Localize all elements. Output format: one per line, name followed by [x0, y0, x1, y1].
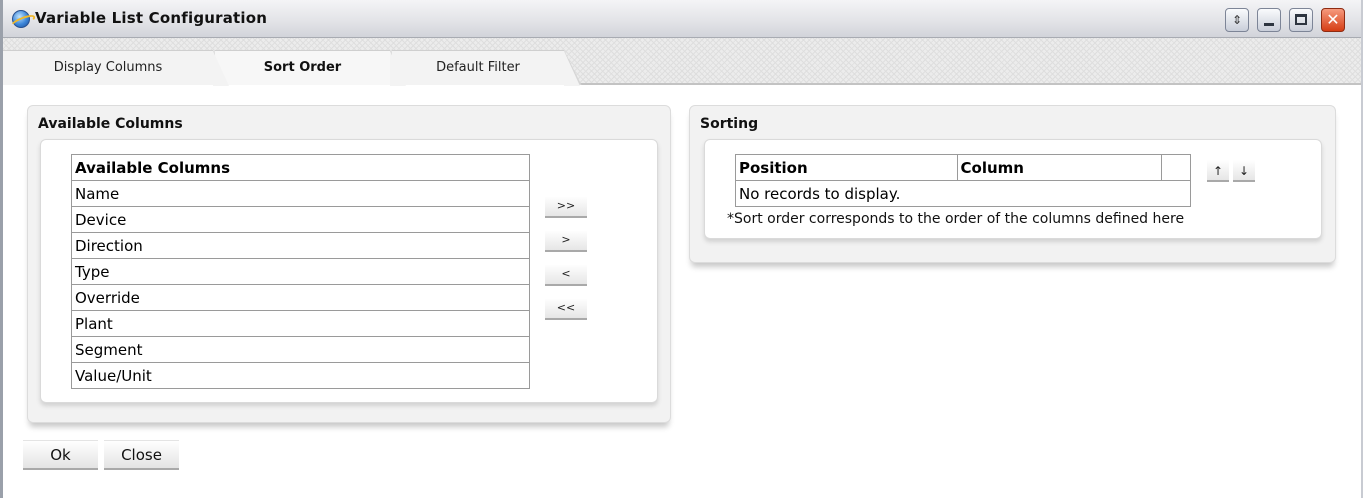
tab-strip: Display Columns Sort Order Default Filte…	[3, 38, 1361, 86]
arrow-down-icon: ↓	[1238, 164, 1250, 178]
sorting-panel: Sorting Position Column No records to di…	[689, 105, 1336, 263]
window-title: Variable List Configuration	[35, 9, 268, 27]
tab-default-filter[interactable]: Default Filter	[392, 50, 582, 86]
table-header-row: Available Columns	[71, 154, 530, 181]
resize-icon: ⇕	[1231, 13, 1243, 27]
close-window-button[interactable]: ✕	[1321, 8, 1345, 32]
table-row[interactable]: Plant	[71, 310, 530, 337]
list-item[interactable]: Plant	[71, 310, 530, 337]
list-item[interactable]: Type	[71, 258, 530, 285]
move-up-button[interactable]: ↑	[1207, 160, 1229, 182]
empty-message: No records to display.	[735, 180, 1191, 207]
browser-icon	[12, 10, 30, 28]
position-header: Position	[735, 154, 958, 181]
available-columns-table: Available Columns Name Device Direction …	[71, 154, 530, 389]
add-button[interactable]: >	[545, 230, 587, 252]
close-button[interactable]: Close	[104, 440, 179, 470]
tab-label: Sort Order	[263, 60, 342, 75]
panel-title: Available Columns	[38, 116, 183, 132]
list-item[interactable]: Direction	[71, 232, 530, 259]
move-down-button[interactable]: ↓	[1233, 160, 1255, 182]
close-icon: ✕	[1326, 10, 1340, 29]
dialog-window: Variable List Configuration ⇕ ✕ Display …	[0, 0, 1363, 498]
sorting-box: Position Column No records to display. ↑…	[704, 139, 1322, 239]
table-row[interactable]: Device	[71, 206, 530, 233]
add-all-button[interactable]: >>	[545, 196, 587, 218]
table-row[interactable]: Value/Unit	[71, 362, 530, 389]
column-header: Column	[956, 154, 1163, 181]
minimize-icon	[1264, 23, 1274, 26]
column-header: Available Columns	[71, 154, 530, 181]
list-item[interactable]: Value/Unit	[71, 362, 530, 389]
table-row[interactable]: Type	[71, 258, 530, 285]
panel-title: Sorting	[700, 116, 759, 132]
table-row: No records to display.	[735, 180, 1191, 207]
remove-button[interactable]: <	[545, 264, 587, 286]
tab-display-columns[interactable]: Display Columns	[3, 50, 231, 86]
blank-header	[1161, 154, 1191, 181]
tab-label: Default Filter	[436, 60, 520, 75]
maximize-button[interactable]	[1289, 8, 1313, 32]
ok-button[interactable]: Ok	[23, 440, 98, 470]
restore-resize-button[interactable]: ⇕	[1225, 8, 1249, 32]
remove-all-button[interactable]: <<	[545, 298, 587, 320]
title-bar[interactable]: Variable List Configuration ⇕ ✕	[3, 0, 1361, 38]
content-area: Available Columns Available Columns Name…	[3, 85, 1361, 498]
table-row[interactable]: Segment	[71, 336, 530, 363]
minimize-button[interactable]	[1257, 8, 1281, 32]
table-row[interactable]: Direction	[71, 232, 530, 259]
sorting-table: Position Column No records to display.	[735, 154, 1191, 207]
list-item[interactable]: Segment	[71, 336, 530, 363]
available-columns-panel: Available Columns Available Columns Name…	[27, 105, 671, 423]
list-item[interactable]: Name	[71, 180, 530, 207]
tab-label: Display Columns	[53, 60, 163, 75]
sort-order-note: *Sort order corresponds to the order of …	[727, 211, 1185, 227]
arrow-up-icon: ↑	[1212, 164, 1224, 178]
tab-sort-order[interactable]: Sort Order	[215, 50, 408, 86]
list-item[interactable]: Override	[71, 284, 530, 311]
table-row[interactable]: Name	[71, 180, 530, 207]
maximize-icon	[1295, 14, 1307, 25]
table-header-row: Position Column	[735, 154, 1191, 181]
available-columns-box: Available Columns Name Device Direction …	[40, 139, 658, 403]
list-item[interactable]: Device	[71, 206, 530, 233]
table-row[interactable]: Override	[71, 284, 530, 311]
